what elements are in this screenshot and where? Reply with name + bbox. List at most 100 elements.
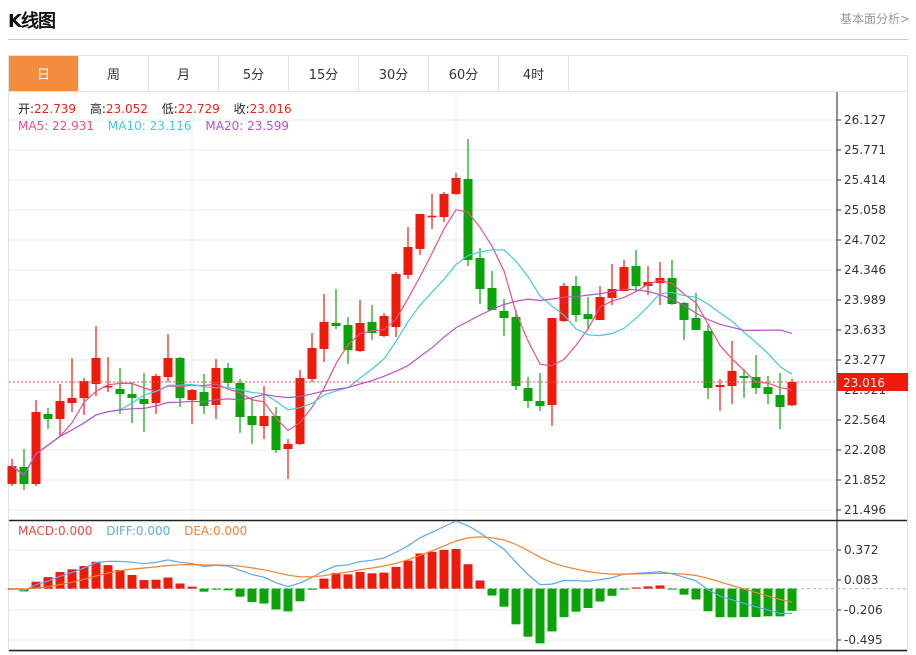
ma10-legend: MA10: 23.116	[107, 119, 192, 133]
candle-up	[403, 246, 413, 275]
macd-bar	[187, 586, 197, 589]
macd-bar	[391, 566, 401, 589]
candle-up	[595, 297, 605, 321]
price-tick-label: 24.702	[844, 233, 886, 247]
macd-bar	[211, 588, 221, 590]
macd-bar	[571, 588, 581, 612]
price-tick-label: 22.208	[844, 443, 886, 457]
candle-up	[547, 317, 557, 405]
dea-line	[11, 536, 793, 603]
dea-legend-value: DEA:0.000	[184, 524, 248, 538]
candle-down	[487, 288, 497, 310]
ma-legend: MA5: 22.931 MA10: 23.116 MA20: 23.599	[18, 119, 289, 133]
candle-down	[739, 376, 749, 378]
candle-down	[511, 316, 521, 387]
open-label: 开:	[18, 102, 35, 116]
candle-down	[631, 266, 641, 286]
candle-up	[787, 381, 797, 406]
macd-bar	[199, 588, 209, 592]
candle-down	[775, 395, 785, 408]
candle-down	[583, 314, 593, 320]
candle-down	[127, 394, 137, 398]
price-tick-label: 23.989	[844, 293, 886, 307]
macd-bar	[787, 588, 797, 611]
candle-up	[67, 397, 77, 404]
macd-bar	[595, 588, 605, 602]
macd-bar	[259, 588, 269, 604]
macd-bar	[607, 588, 617, 596]
high-value: 23.052	[105, 102, 148, 116]
candle-up	[79, 380, 89, 398]
macd-bar	[319, 578, 329, 589]
candle-up	[91, 357, 101, 385]
close-label: 收:	[233, 102, 250, 116]
candle-down	[463, 178, 473, 260]
ma20-legend: MA20: 23.599	[205, 119, 290, 133]
candle-up	[55, 401, 65, 419]
price-tick-label: 23.277	[844, 353, 886, 367]
candle-up	[715, 385, 725, 388]
candle-up	[307, 347, 317, 379]
candle-up	[31, 411, 41, 484]
price-tick-label: 23.633	[844, 323, 886, 337]
candle-down	[571, 285, 581, 316]
price-tick-label: 21.852	[844, 473, 886, 487]
macd-bar	[163, 577, 173, 589]
macd-bar	[427, 551, 437, 589]
price-tick-label: 26.127	[844, 113, 886, 127]
current-price-label: 23.016	[843, 376, 885, 390]
macd-bar	[559, 588, 569, 618]
low-value: 22.729	[177, 102, 220, 116]
macd-bar	[295, 588, 305, 602]
macd-tick-label: 0.372	[844, 543, 878, 557]
macd-bar	[451, 548, 461, 589]
macd-bar	[535, 588, 545, 644]
candle-down	[175, 357, 185, 398]
candle-down	[523, 388, 533, 402]
macd-bar	[55, 572, 65, 589]
macd-bar	[763, 588, 773, 617]
macd-bar	[715, 588, 725, 618]
price-tick-label: 25.771	[844, 143, 886, 157]
macd-bar	[151, 579, 161, 589]
candle-down	[115, 388, 125, 395]
macd-bar	[115, 569, 125, 589]
macd-bar	[679, 588, 689, 595]
candle-down	[331, 322, 341, 326]
macd-bar	[367, 573, 377, 589]
macd-tick-label: -0.206	[844, 603, 883, 617]
candle-down	[475, 258, 485, 290]
macd-bar	[103, 565, 113, 589]
candle-up	[619, 267, 629, 292]
price-tick-label: 25.414	[844, 173, 886, 187]
macd-bar	[235, 588, 245, 597]
macd-bar	[355, 572, 365, 589]
candle-down	[199, 392, 209, 406]
price-tick-label: 25.058	[844, 203, 886, 217]
kline-chart[interactable]: 26.127 25.771 25.414 25.058 24.702 24.346 23.9…	[0, 0, 916, 655]
candle-up	[283, 443, 293, 450]
candle-up	[295, 378, 305, 444]
macd-bar	[307, 588, 317, 590]
macd-bar	[271, 588, 281, 610]
macd-bar	[619, 588, 629, 590]
candle-up	[259, 416, 269, 427]
macd-bar	[343, 574, 353, 589]
macd-bar	[175, 583, 185, 589]
macd-bar	[247, 588, 257, 602]
low-label: 低:	[161, 102, 178, 116]
price-tick-label: 22.564	[844, 413, 886, 427]
candle-down	[763, 387, 773, 395]
macd-bar	[463, 564, 473, 589]
macd-bar	[139, 580, 149, 589]
candle-up	[451, 177, 461, 194]
macd-bar	[223, 588, 233, 591]
macd-bar	[403, 560, 413, 589]
macd-bar	[511, 588, 521, 625]
macd-bar	[655, 585, 665, 589]
high-label: 高:	[89, 102, 106, 116]
candle-up	[439, 193, 449, 218]
candle-down	[43, 413, 53, 419]
macd-bar	[631, 587, 641, 589]
candle-down	[535, 401, 545, 406]
